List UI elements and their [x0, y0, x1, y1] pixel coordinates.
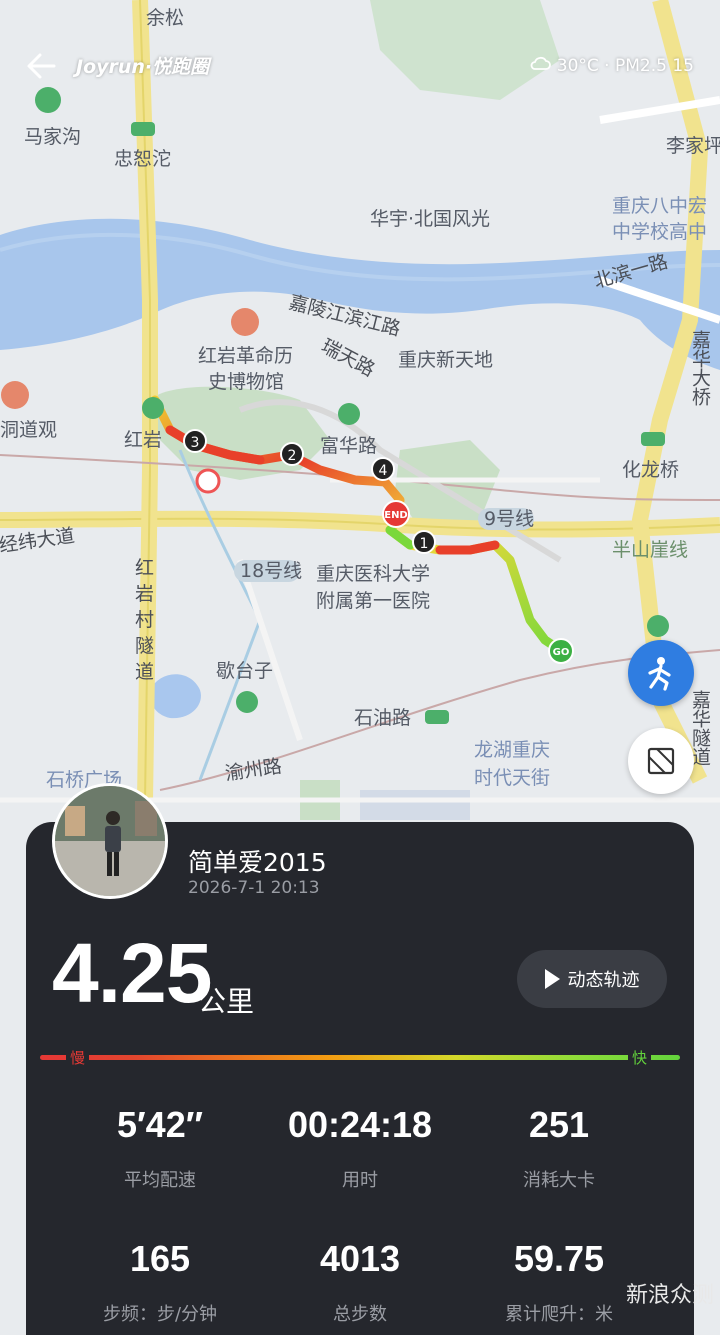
map-label: 华宇·北国风光: [370, 208, 490, 230]
map-label: 时代天街: [474, 767, 550, 789]
map-label: 重庆医科大学: [316, 563, 430, 585]
rail-icon: [641, 432, 665, 446]
stat-label: 平均配速: [124, 1170, 196, 1191]
stat-label: 总步数: [333, 1304, 387, 1325]
fit-route-icon: [647, 747, 675, 775]
app-brand: Joyrun·悦跑圈: [76, 56, 210, 78]
map-label: 红岩革命历: [198, 345, 293, 367]
stat-value: 59.75: [513, 1238, 605, 1279]
stat-value: 4013: [319, 1238, 401, 1279]
pace-gradient-bar: [40, 1055, 680, 1060]
username: 简单爱2015: [188, 848, 327, 877]
map-label: 歇台子: [216, 660, 273, 682]
metro-station-icon: [338, 403, 360, 425]
stat-cadence: 165 步频：步/分钟: [50, 1238, 270, 1326]
metro-station-icon: [647, 615, 669, 637]
km-marker-1: 1: [412, 530, 436, 554]
avatar[interactable]: [52, 783, 168, 899]
run-mode-button[interactable]: [628, 640, 694, 706]
museum-icon: [231, 308, 259, 336]
map-label: 红: [135, 557, 154, 579]
fast-label: 快: [628, 1047, 652, 1068]
svg-text:1: 1: [420, 536, 429, 552]
play-icon: [544, 969, 560, 989]
stat-elevation-gain: 59.75 累计爬升：米: [449, 1238, 669, 1326]
slow-label: 慢: [66, 1047, 90, 1068]
map-label: 马家沟: [24, 126, 81, 148]
fit-route-button[interactable]: [628, 728, 694, 794]
map-label: 18号线: [240, 560, 302, 582]
metro-station-icon: [142, 397, 164, 419]
map-label: 李家坪: [666, 135, 720, 157]
rail-icon: [425, 710, 449, 724]
map-label: 中学校高中: [612, 221, 707, 243]
stat-value: 165: [129, 1238, 191, 1279]
km-marker-2: 2: [280, 442, 304, 466]
metro-station-icon: [236, 691, 258, 713]
map-label: 重庆八中宏: [612, 195, 707, 217]
distance-value: 4.25: [52, 926, 212, 1020]
stat-duration: 00:24:18 用时: [250, 1104, 470, 1192]
replay-track-button[interactable]: 动态轨迹: [517, 950, 667, 1008]
stat-steps: 4013 总步数: [250, 1238, 470, 1326]
map-label: 岩: [135, 583, 154, 605]
stat-value: 5′42″: [117, 1104, 203, 1145]
stat-avg-pace: 5′42″ 平均配速: [50, 1104, 270, 1192]
map-label: 隧: [135, 635, 154, 657]
km-marker-4: 4: [371, 457, 395, 481]
weather-info: 30°C · PM2.5 15: [529, 55, 694, 76]
map-label: 石油路: [354, 707, 411, 729]
map-label: 洞道观: [0, 419, 57, 441]
stat-calories: 251 消耗大卡: [449, 1104, 669, 1192]
map-label: 忠恕沱: [114, 148, 171, 170]
distance-unit: 公里: [198, 985, 255, 1018]
map-label: 道: [135, 661, 154, 683]
run-datetime: 2026-7-1 20:13: [188, 878, 320, 898]
stat-label: 用时: [342, 1170, 378, 1191]
go-marker: GO: [548, 638, 574, 664]
map-label: 村: [135, 609, 154, 631]
map-label: 化龙桥: [622, 459, 679, 481]
map-label: 龙湖重庆: [474, 739, 550, 761]
map-label: 红岩: [124, 429, 162, 451]
runner-icon: [648, 657, 671, 691]
top-bar: Joyrun·悦跑圈 30°C · PM2.5 15: [0, 40, 720, 94]
cloud-icon: [529, 55, 551, 76]
replay-track-label: 动态轨迹: [567, 970, 640, 991]
arrow-left-icon[interactable]: [24, 50, 60, 82]
map-label: 9号线: [484, 508, 534, 530]
gas-station-icon: [195, 468, 221, 494]
watermark: 新浪众测: [626, 1283, 715, 1308]
km-marker-3: 3: [183, 429, 207, 453]
svg-text:GO: GO: [553, 647, 570, 658]
map-label: 余松: [146, 7, 184, 29]
map-label: 重庆新天地: [398, 349, 493, 371]
map-label: 半山崖线: [612, 539, 688, 561]
map-label: 嘉华大桥: [689, 330, 711, 406]
stat-value: 251: [528, 1104, 590, 1145]
svg-text:4: 4: [379, 463, 388, 479]
rail-icon: [131, 122, 155, 136]
end-marker: END: [382, 500, 410, 528]
temple-icon: [1, 381, 29, 409]
svg-text:END: END: [384, 510, 408, 521]
map-label: 史博物馆: [208, 371, 284, 393]
map-label: 富华路: [320, 435, 377, 457]
stat-label: 步频：步/分钟: [102, 1304, 218, 1325]
svg-text:3: 3: [191, 435, 200, 451]
stat-value: 00:24:18: [287, 1104, 433, 1145]
stat-label: 消耗大卡: [523, 1170, 595, 1191]
pace-legend: 慢 快: [40, 1047, 680, 1068]
svg-text:2: 2: [288, 448, 297, 464]
weather-text: 30°C · PM2.5 15: [556, 55, 694, 76]
map-label: 附属第一医院: [316, 590, 430, 612]
